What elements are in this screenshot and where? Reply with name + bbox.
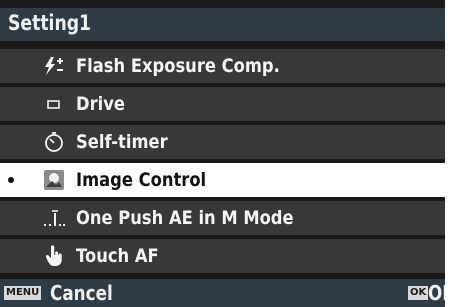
title-bar: Setting1 bbox=[0, 8, 445, 41]
flash-exposure-comp-icon bbox=[42, 54, 66, 78]
menu-item-label: Drive bbox=[76, 93, 125, 115]
settings-menu: Flash Exposure Comp. Drive Self-timer Im… bbox=[0, 49, 445, 277]
menu-item-drive[interactable]: Drive bbox=[0, 87, 445, 121]
menu-item-label: Self-timer bbox=[76, 131, 168, 153]
touch-af-icon bbox=[42, 244, 66, 268]
menu-item-self-timer[interactable]: Self-timer bbox=[0, 125, 445, 159]
menu-item-label: Flash Exposure Comp. bbox=[76, 55, 280, 77]
ok-button[interactable]: OK bbox=[428, 281, 445, 305]
menu-item-flash-exposure-comp[interactable]: Flash Exposure Comp. bbox=[0, 49, 445, 83]
menu-item-label: Touch AF bbox=[76, 245, 159, 267]
button-guide-bar: MENU Cancel OK OK bbox=[0, 279, 445, 307]
menu-item-one-push-ae[interactable]: One Push AE in M Mode bbox=[0, 201, 445, 235]
one-push-ae-icon bbox=[42, 206, 66, 230]
menu-item-image-control[interactable]: Image Control bbox=[0, 163, 445, 197]
cancel-button[interactable]: Cancel bbox=[50, 281, 113, 305]
menu-item-label: Image Control bbox=[76, 169, 207, 191]
page-title: Setting1 bbox=[8, 11, 92, 35]
image-control-icon bbox=[42, 168, 66, 192]
self-timer-icon bbox=[42, 130, 66, 154]
ok-button-badge: OK bbox=[408, 286, 429, 300]
menu-button-badge: MENU bbox=[4, 286, 42, 300]
menu-item-touch-af[interactable]: Touch AF bbox=[0, 239, 445, 273]
selection-bullet bbox=[8, 177, 14, 183]
drive-icon bbox=[42, 92, 66, 116]
menu-item-label: One Push AE in M Mode bbox=[76, 207, 294, 229]
camera-menu-screen: Setting1 Flash Exposure Comp. Drive Self… bbox=[0, 0, 445, 307]
